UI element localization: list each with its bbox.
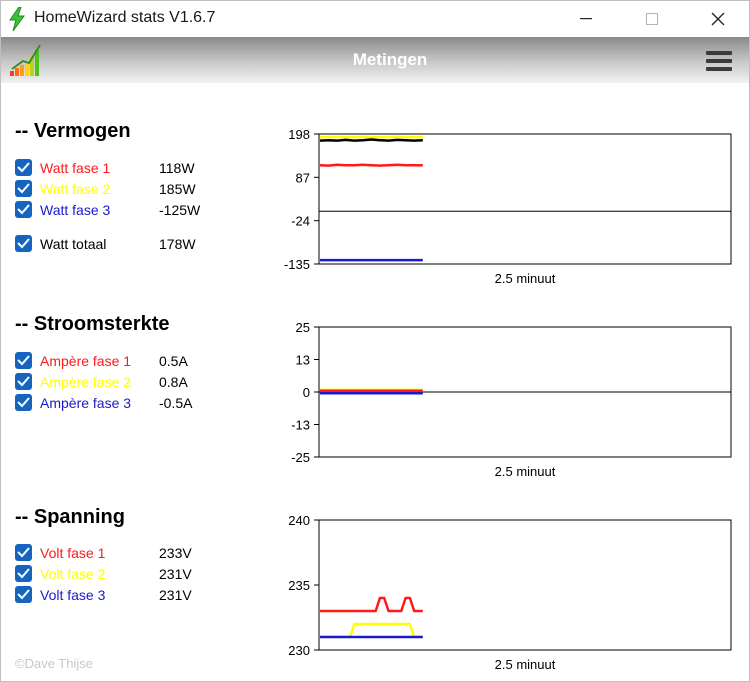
label-ampere-fase-3: Ampère fase 3 [40,395,132,411]
y-tick-label: 235 [288,578,310,593]
check-icon [17,547,30,558]
menu-bar-middle [706,59,732,63]
y-tick-label: -135 [284,257,310,272]
value-volt-fase-2: 231V [159,566,192,582]
close-button[interactable] [695,1,741,37]
check-icon [17,376,30,387]
value-ampere-fase-3: -0.5A [159,395,193,411]
label-ampere-fase-1: Ampère fase 1 [40,353,132,369]
checkbox-watt-fase-2[interactable] [15,180,32,197]
y-tick-label: 87 [296,170,310,185]
chart-stroomsterkte: 25 13 0 -13 -25 2.5 minuut [291,320,732,479]
checkbox-volt-fase-2[interactable] [15,565,32,582]
value-watt-fase-2: 185W [159,181,196,197]
checkbox-volt-fase-3[interactable] [15,586,32,603]
check-icon [17,568,30,579]
y-tick-label: 25 [296,320,310,335]
label-volt-fase-3: Volt fase 3 [40,587,106,603]
check-icon [17,355,30,366]
y-tick-label: 240 [288,513,310,528]
title-bar[interactable]: HomeWizard stats V1.6.7 [1,1,749,37]
checkbox-ampere-fase-3[interactable] [15,394,32,411]
y-tick-label: 230 [288,643,310,658]
maximize-button[interactable] [629,1,675,37]
y-tick-label: 0 [303,385,310,400]
label-watt-fase-1: Watt fase 1 [40,160,111,176]
check-icon [17,238,30,249]
checkbox-watt-fase-1[interactable] [15,159,32,176]
y-tick-label: -13 [291,418,310,433]
check-icon [17,183,30,194]
section-title-spanning: -- Spanning [15,506,125,528]
checkbox-ampere-fase-1[interactable] [15,352,32,369]
value-volt-fase-3: 231V [159,587,192,603]
value-watt-fase-1: 118W [159,160,195,176]
menu-bar-top [706,51,732,55]
value-ampere-fase-1: 0.5A [159,353,188,369]
section-title-stroomsterkte: -- Stroomsterkte [15,313,170,335]
check-icon [17,589,30,600]
check-icon [17,162,30,173]
series-line [319,138,423,142]
checkbox-watt-fase-3[interactable] [15,201,32,218]
checkbox-ampere-fase-2[interactable] [15,373,32,390]
checkbox-volt-fase-1[interactable] [15,544,32,561]
page-title: Metingen [352,50,428,69]
x-axis-label: 2.5 minuut [495,271,556,286]
label-volt-fase-2: Volt fase 2 [40,566,106,582]
y-tick-label: -25 [291,450,310,465]
label-watt-fase-3: Watt fase 3 [40,202,111,218]
value-watt-totaal: 178W [159,236,196,252]
plot-frame [318,519,732,651]
value-ampere-fase-2: 0.8A [159,374,188,390]
minimize-button[interactable] [563,1,609,37]
window-title: HomeWizard stats V1.6.7 [34,9,216,26]
label-ampere-fase-2: Ampère fase 2 [40,374,132,390]
series-line [319,163,423,167]
y-tick-label: 198 [288,127,310,142]
x-axis-label: 2.5 minuut [495,657,556,672]
app-window: HomeWizard stats V1.6.7 Metingen -- Verm… [0,0,750,682]
hamburger-menu-button[interactable] [704,51,734,79]
y-tick-label: 13 [296,353,310,368]
app-header: Metingen [1,37,749,83]
value-watt-fase-3: -125W [159,202,201,218]
label-watt-fase-2: Watt fase 2 [40,181,111,197]
chart-vermogen: 198 87 -24 -135 2.5 minuut [284,127,732,286]
maximize-icon [646,13,658,25]
lightning-icon [9,7,25,31]
menu-bar-bottom [706,67,732,71]
checkbox-watt-totaal[interactable] [15,235,32,252]
check-icon [17,397,30,408]
chart-spanning: 240 235 230 2.5 minuut [288,513,732,672]
credit-text: ©Dave Thijse [15,656,93,671]
label-volt-fase-1: Volt fase 1 [40,545,106,561]
plot-frame [318,133,732,265]
close-icon [711,12,725,26]
y-tick-label: -24 [291,214,310,229]
x-axis-label: 2.5 minuut [495,464,556,479]
minimize-icon [580,18,592,20]
section-title-vermogen: -- Vermogen [15,120,131,142]
check-icon [17,204,30,215]
label-watt-totaal: Watt totaal [40,236,107,252]
value-volt-fase-1: 233V [159,545,192,561]
